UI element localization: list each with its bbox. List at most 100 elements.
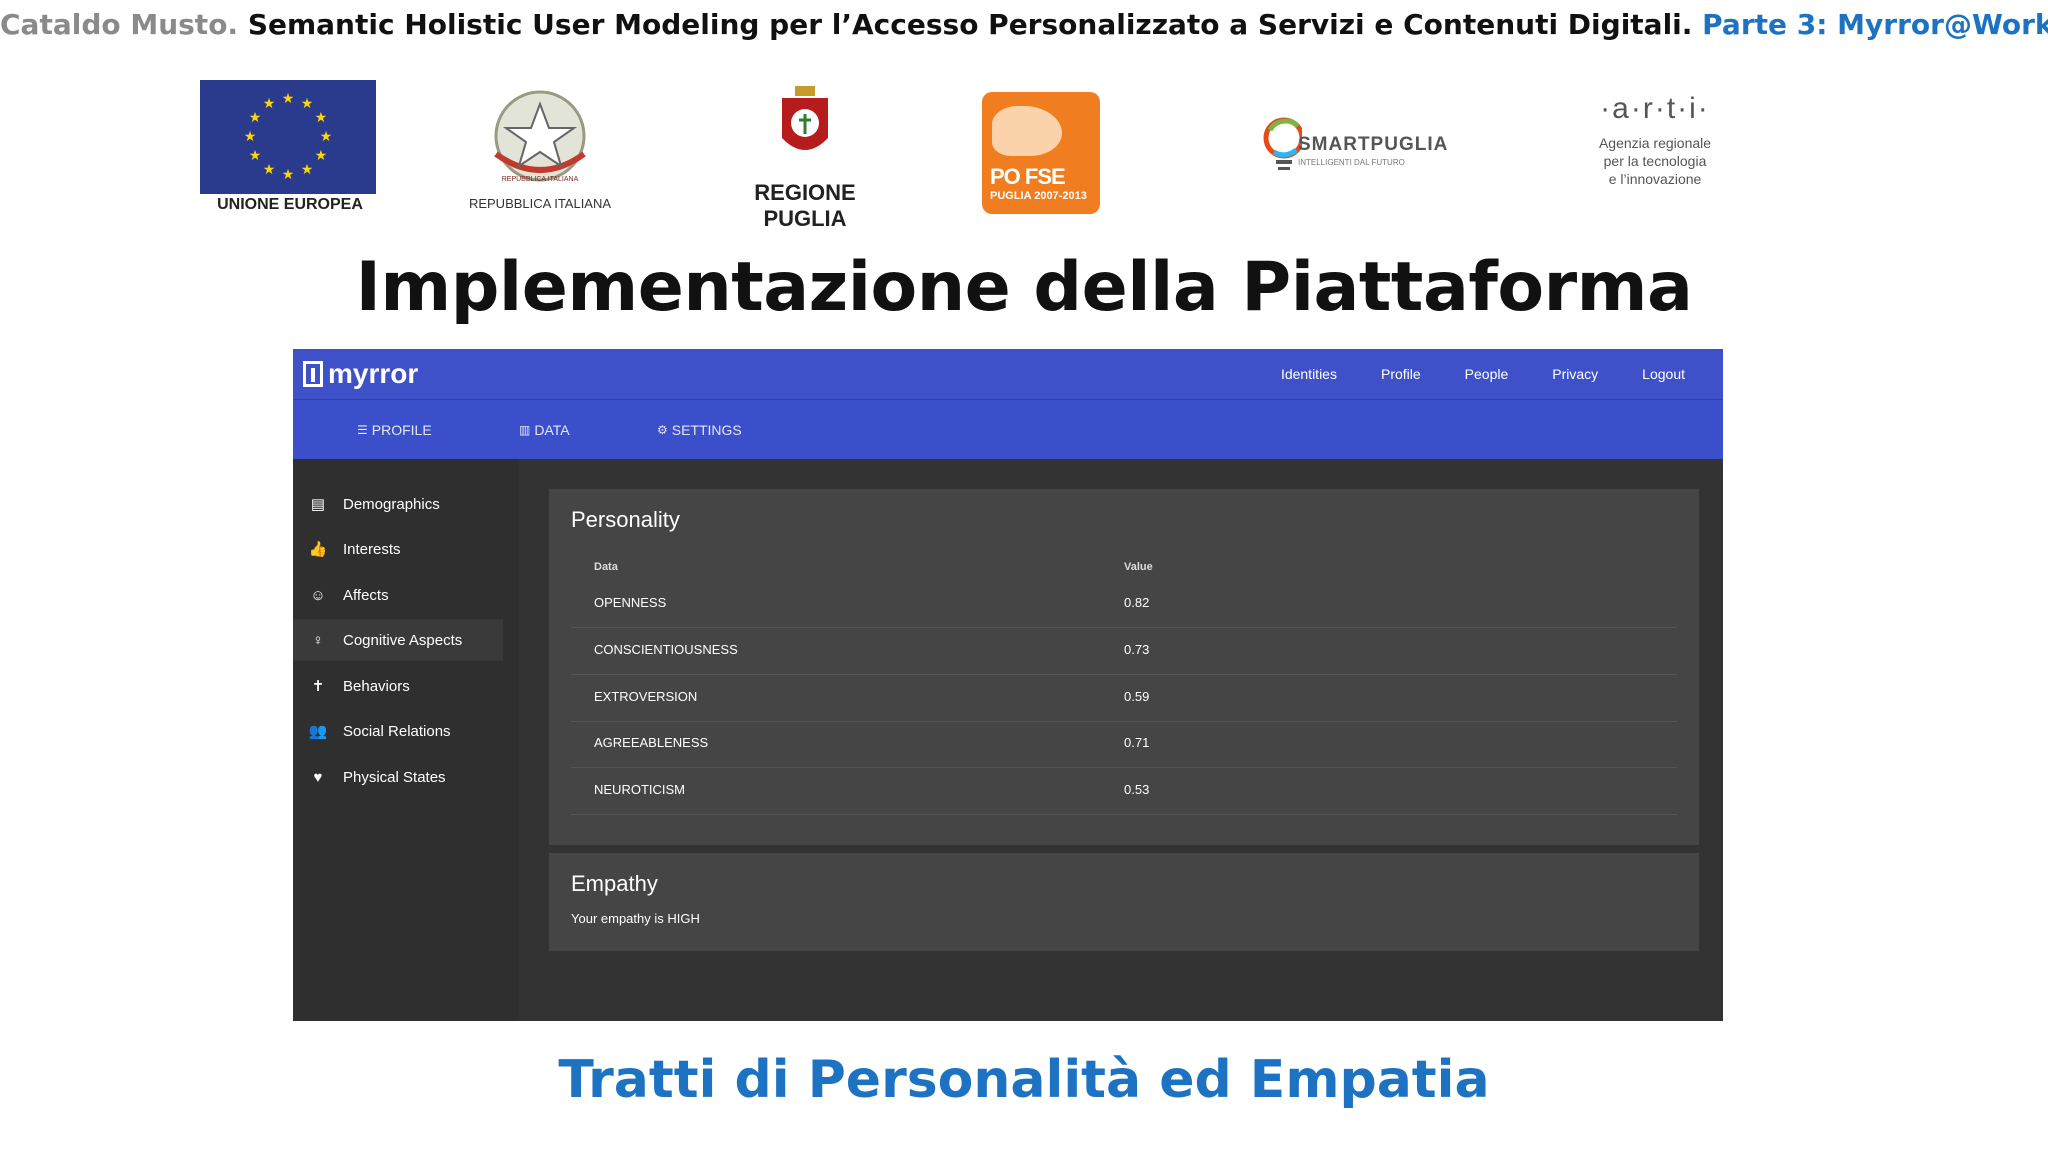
eu-star: ★ [320, 128, 333, 144]
empathy-title: Empathy [571, 871, 658, 896]
sidebar-item-label: Social Relations [343, 722, 451, 740]
table-row: NEUROTICISM 0.53 [571, 768, 1677, 815]
eu-star: ★ [249, 109, 262, 125]
presentation-title: Semantic Holistic User Modeling per l’Ac… [247, 8, 1693, 41]
trait-name: CONSCIENTIOUSNESS [594, 642, 738, 657]
column-header-data: Data [594, 561, 618, 573]
trait-value: 0.59 [1124, 689, 1150, 704]
sub-navbar: ☰ PROFILE ▥ DATA ⚙ SETTINGS [293, 399, 1723, 460]
nav-logout[interactable]: Logout [1642, 366, 1685, 382]
eu-star: ★ [249, 147, 262, 163]
top-nav-links: Identities Profile People Privacy Logout [1281, 349, 1723, 399]
trait-value: 0.71 [1124, 735, 1150, 750]
sponsor-logos: ★ ★ ★ ★ ★ ★ ★ ★ ★ ★ ★ ★ UNIONE EUROPEA REPUBBLICA I… [0, 78, 2048, 231]
arti-line-1: Agenzia regionale [1598, 135, 1712, 151]
sidebar-item-demographics[interactable]: ▤ Demographics [293, 483, 503, 525]
pofse-text: PO FSE [990, 164, 1066, 189]
smartpuglia-name: SMARTPUGLIA [1298, 134, 1449, 155]
lightbulb-icon: ♀ [312, 631, 324, 649]
table-row: OPENNESS 0.82 [571, 581, 1677, 628]
slide-header: Cataldo Musto. Semantic Holistic User Mo… [0, 8, 2048, 41]
brand-name: myrror [328, 358, 419, 389]
trait-name: AGREEABLENESS [594, 735, 709, 750]
eu-star: ★ [263, 95, 276, 111]
arti-logo: ·a·r·t·i· Agenzia regionale per la tecno… [1570, 78, 1740, 228]
brand-logo[interactable]: myrror [303, 358, 418, 390]
slide-title: Implementazione della Piattaforma [355, 248, 1693, 327]
region-crest-icon [782, 86, 828, 150]
trait-name: OPENNESS [594, 595, 667, 610]
author-name: Cataldo Musto. [0, 8, 239, 41]
republic-emblem-icon: REPUBBLICA ITALIANA [494, 90, 586, 183]
sidebar-item-label: Behaviors [343, 677, 410, 695]
pofse-logo: PO FSE PUGLIA 2007-2013 [982, 78, 1102, 228]
part-label: Parte 3: Myrror@Work [1702, 8, 2048, 41]
tab-profile-label: PROFILE [371, 422, 432, 438]
arti-name: ·a·r·t·i· [1600, 92, 1710, 125]
eu-star: ★ [315, 147, 328, 163]
sidebar: ▤ Demographics 👍 Interests ☺ Affects ♀ C… [293, 459, 519, 1021]
eu-star: ★ [244, 128, 257, 144]
eu-star: ★ [263, 161, 276, 177]
smartpuglia-logo: SMARTPUGLIA INTELLIGENTI DAL FUTURO [1262, 78, 1462, 228]
sidebar-item-cognitive-aspects[interactable]: ♀ Cognitive Aspects [293, 619, 503, 661]
smile-icon: ☺ [310, 586, 326, 604]
nav-profile[interactable]: Profile [1381, 366, 1421, 382]
table-row: CONSCIENTIOUSNESS 0.73 [571, 628, 1677, 675]
republic-caption: REPUBBLICA ITALIANA [468, 196, 612, 211]
tab-settings[interactable]: ⚙ SETTINGS [657, 400, 742, 460]
eu-star: ★ [282, 90, 295, 106]
smartpuglia-bulb-icon [1263, 117, 1302, 170]
top-navbar: myrror Identities Profile People Privacy… [293, 349, 1723, 399]
region-caption: REGIONE PUGLIA [754, 180, 856, 231]
sidebar-item-behaviors[interactable]: ✝ Behaviors [293, 665, 503, 707]
sidebar-item-label: Affects [343, 586, 389, 604]
eu-caption: UNIONE EUROPEA [217, 196, 363, 213]
empathy-card: Empathy Your empathy is HIGH [549, 853, 1699, 951]
main-content: Personality Data Value OPENNESS 0.82 CON… [519, 459, 1723, 1021]
sidebar-item-label: Interests [343, 540, 401, 558]
sidebar-item-label: Physical States [343, 768, 446, 786]
id-card-icon: ▤ [310, 496, 326, 513]
gears-icon: ⚙ [657, 423, 668, 437]
nav-identities[interactable]: Identities [1281, 366, 1337, 382]
empathy-text: Your empathy is HIGH [571, 911, 700, 926]
table-row: EXTROVERSION 0.59 [571, 675, 1677, 722]
sidebar-item-affects[interactable]: ☺ Affects [293, 574, 503, 616]
puglia-map-icon [992, 106, 1062, 156]
pofse-badge: PO FSE PUGLIA 2007-2013 [982, 92, 1100, 214]
person-icon: ✝ [311, 678, 325, 695]
region-logo: REGIONE PUGLIA [710, 78, 900, 231]
myrror-logo-icon [303, 361, 323, 387]
sidebar-item-social-relations[interactable]: 👥 Social Relations [293, 710, 503, 752]
smartpuglia-tagline: INTELLIGENTI DAL FUTURO [1298, 158, 1405, 167]
eu-logo: ★ ★ ★ ★ ★ ★ ★ ★ ★ ★ ★ ★ UNIONE EUROPEA [200, 78, 380, 228]
tab-settings-label: SETTINGS [671, 422, 742, 438]
thumbs-up-icon: 👍 [308, 541, 328, 558]
personality-title: Personality [571, 507, 680, 532]
sidebar-item-interests[interactable]: 👍 Interests [293, 528, 503, 570]
pofse-years: PUGLIA 2007-2013 [990, 190, 1087, 202]
tab-data[interactable]: ▥ DATA [519, 400, 570, 460]
arti-line-3: e l’innovazione [1608, 171, 1702, 187]
table-row: AGREEABLENESS 0.71 [571, 721, 1677, 768]
tab-profile[interactable]: ☰ PROFILE [357, 400, 432, 460]
sidebar-item-physical-states[interactable]: ♥ Physical States [293, 756, 503, 798]
republic-ring-text: REPUBBLICA ITALIANA [502, 176, 579, 183]
republic-logo: REPUBBLICA ITALIANA REPUBBLICA ITALIANA [460, 78, 620, 228]
list-icon: ☰ [357, 423, 368, 437]
nav-privacy[interactable]: Privacy [1552, 366, 1598, 382]
arti-subtitle: Agenzia regionale per la tecnologia e l’… [1570, 134, 1740, 188]
trait-value: 0.82 [1124, 595, 1150, 610]
tab-data-label: DATA [534, 422, 570, 438]
trait-name: NEUROTICISM [594, 782, 685, 797]
personality-card: Personality Data Value OPENNESS 0.82 CON… [549, 489, 1699, 845]
column-header-value: Value [1124, 561, 1153, 573]
users-icon: 👥 [308, 723, 328, 740]
trait-value: 0.73 [1124, 642, 1150, 657]
eu-star: ★ [315, 109, 328, 125]
trait-name: EXTROVERSION [594, 689, 698, 704]
slide-subtitle: Tratti di Personalità ed Empatia [558, 1050, 1490, 1110]
nav-people[interactable]: People [1465, 366, 1509, 382]
bar-chart-icon: ▥ [519, 423, 531, 437]
